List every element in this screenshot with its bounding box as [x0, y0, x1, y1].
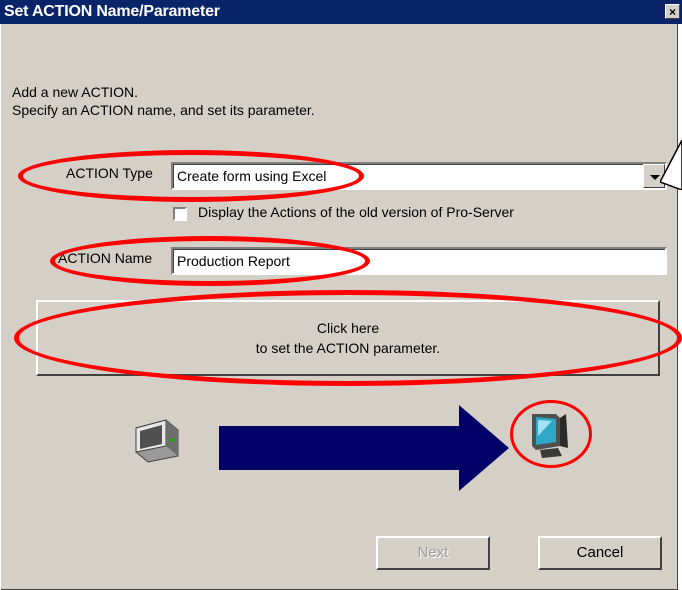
annotation-oval-parameter-button [14, 290, 682, 386]
annotation-oval-action-type [18, 150, 364, 202]
display-device-icon [135, 419, 179, 463]
cancel-button[interactable]: Cancel [538, 536, 662, 570]
intro-line-2: Specify an ACTION name, and set its para… [12, 102, 315, 118]
next-button[interactable]: Next [376, 536, 490, 570]
old-version-checkbox[interactable] [173, 207, 187, 221]
title-bar: Set ACTION Name/Parameter × [0, 0, 682, 24]
window-title: Set ACTION Name/Parameter [4, 3, 220, 20]
close-icon[interactable]: × [665, 4, 680, 19]
annotation-oval-action-name [50, 236, 370, 286]
old-version-checkbox-label: Display the Actions of the old version o… [198, 204, 514, 220]
arrow-right-icon [219, 405, 509, 491]
annotation-oval-pc-icon [510, 400, 592, 468]
intro-line-1: Add a new ACTION. [12, 84, 139, 100]
intro-text: Add a new ACTION. Specify an ACTION name… [12, 83, 315, 119]
callout-pointer [660, 140, 682, 190]
